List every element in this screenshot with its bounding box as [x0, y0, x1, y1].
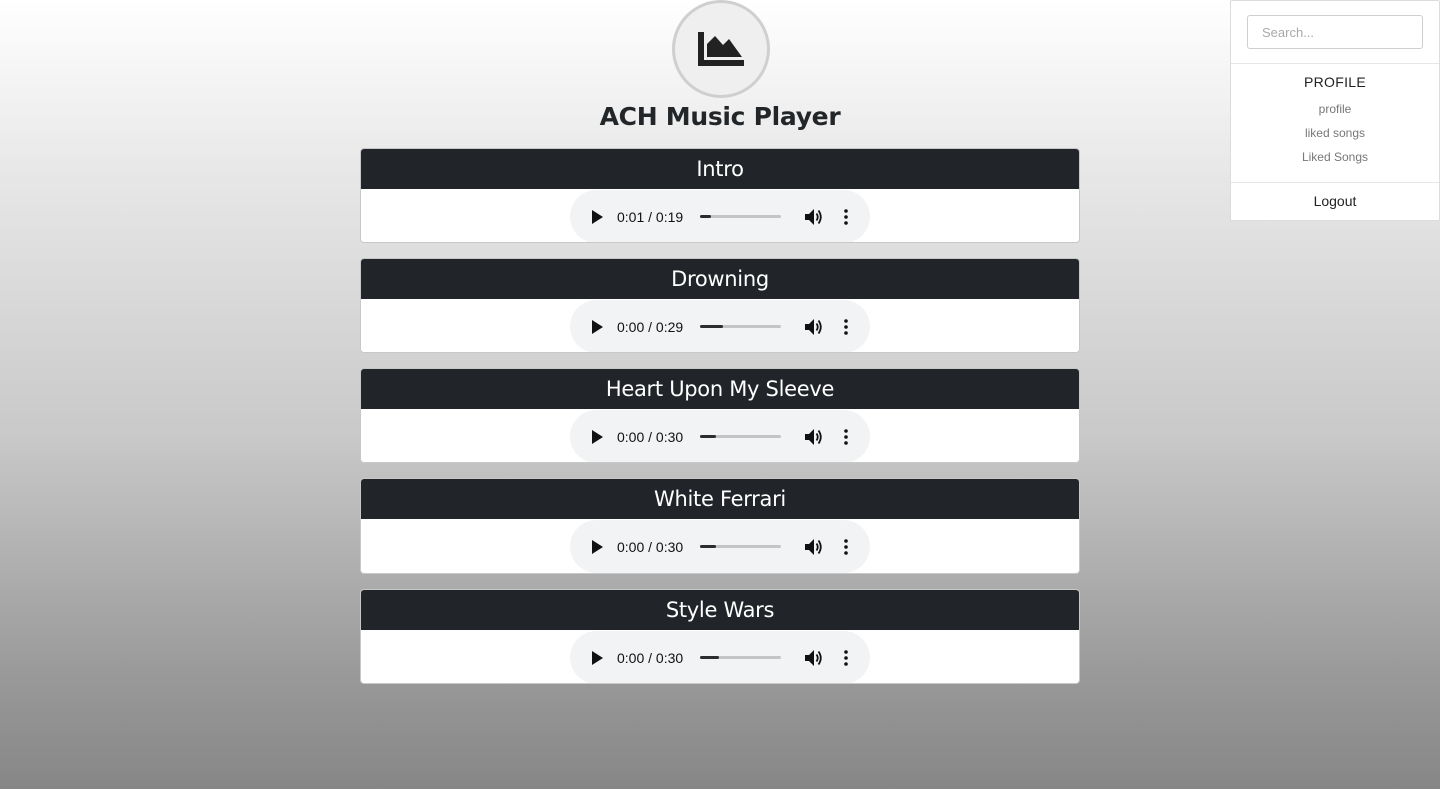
- play-icon: [592, 539, 603, 554]
- profile-heading: PROFILE: [1303, 74, 1366, 90]
- audio-player: 0:00 / 0:30: [570, 410, 870, 462]
- more-vertical-icon: [844, 538, 848, 555]
- song-title: Drowning: [361, 259, 1079, 299]
- song-title: Intro: [361, 149, 1079, 189]
- audio-player: 0:00 / 0:30: [570, 631, 870, 683]
- audio-player: 0:00 / 0:29: [570, 300, 870, 352]
- more-vertical-icon: [844, 428, 848, 445]
- play-button[interactable]: [588, 318, 606, 336]
- song-title: Heart Upon My Sleeve: [361, 369, 1079, 409]
- song-list: Intro 0:01 / 0:19 Drowning 0:00 / 0:29 H…: [360, 148, 1080, 699]
- more-options-button[interactable]: [836, 427, 856, 447]
- play-icon: [592, 209, 603, 224]
- time-display: 0:00 / 0:30: [617, 428, 684, 445]
- time-display: 0:00 / 0:29: [617, 318, 684, 335]
- divider: [1231, 182, 1439, 183]
- profile-link[interactable]: profile: [1231, 102, 1439, 116]
- play-icon: [592, 319, 603, 334]
- seek-slider[interactable]: [700, 435, 781, 438]
- volume-icon: [805, 428, 822, 445]
- volume-button[interactable]: [804, 207, 824, 227]
- more-vertical-icon: [844, 318, 848, 335]
- volume-button[interactable]: [804, 427, 824, 447]
- liked-songs-link-alt[interactable]: Liked Songs: [1231, 150, 1439, 164]
- song-card: Drowning 0:00 / 0:29: [360, 258, 1080, 353]
- more-options-button[interactable]: [836, 537, 856, 557]
- play-icon: [592, 429, 603, 444]
- more-vertical-icon: [844, 649, 848, 666]
- play-button[interactable]: [588, 428, 606, 446]
- seek-progress: [700, 435, 717, 438]
- liked-songs-link[interactable]: liked songs: [1231, 126, 1439, 140]
- more-options-button[interactable]: [836, 648, 856, 668]
- seek-progress: [700, 215, 712, 218]
- seek-progress: [700, 545, 717, 548]
- play-icon: [592, 650, 603, 665]
- song-card: Heart Upon My Sleeve 0:00 / 0:30: [360, 368, 1080, 463]
- more-vertical-icon: [844, 208, 848, 225]
- song-title: Style Wars: [361, 590, 1079, 630]
- song-card: White Ferrari 0:00 / 0:30: [360, 478, 1080, 574]
- page-title: ACH Music Player: [599, 102, 841, 131]
- more-options-button[interactable]: [836, 317, 856, 337]
- divider: [1231, 63, 1439, 64]
- volume-button[interactable]: [804, 317, 824, 337]
- volume-button[interactable]: [804, 537, 824, 557]
- play-button[interactable]: [588, 208, 606, 226]
- song-title: White Ferrari: [361, 479, 1079, 519]
- seek-slider[interactable]: [700, 215, 781, 218]
- play-button[interactable]: [588, 649, 606, 667]
- play-button[interactable]: [588, 538, 606, 556]
- time-display: 0:00 / 0:30: [617, 538, 684, 555]
- volume-icon: [805, 538, 822, 555]
- profile-sidebar: PROFILE profile liked songs Liked Songs …: [1230, 0, 1440, 221]
- more-options-button[interactable]: [836, 207, 856, 227]
- volume-icon: [805, 318, 822, 335]
- time-display: 0:01 / 0:19: [617, 208, 684, 225]
- search-input[interactable]: [1247, 15, 1423, 49]
- time-display: 0:00 / 0:30: [617, 649, 684, 666]
- song-card: Style Wars 0:00 / 0:30: [360, 589, 1080, 684]
- area-chart-icon: [698, 32, 744, 66]
- song-card: Intro 0:01 / 0:19: [360, 148, 1080, 243]
- seek-slider[interactable]: [700, 656, 781, 659]
- volume-button[interactable]: [804, 648, 824, 668]
- seek-slider[interactable]: [700, 545, 781, 548]
- volume-icon: [805, 649, 822, 666]
- app-logo: [672, 0, 770, 98]
- seek-progress: [700, 656, 720, 659]
- seek-slider[interactable]: [700, 325, 781, 328]
- seek-progress: [700, 325, 724, 328]
- audio-player: 0:01 / 0:19: [570, 190, 870, 242]
- volume-icon: [805, 208, 822, 225]
- logout-button[interactable]: Logout: [1231, 193, 1439, 209]
- audio-player: 0:00 / 0:30: [570, 520, 870, 573]
